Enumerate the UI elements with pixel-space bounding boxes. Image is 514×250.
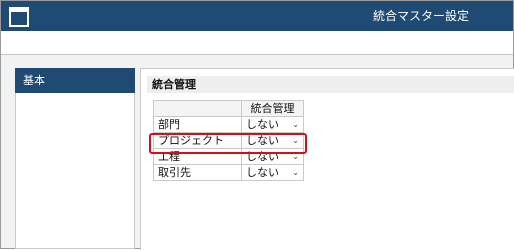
sidebar-item-label: 基本 [23, 74, 45, 87]
row-label-customer: 取引先 [153, 164, 242, 181]
chevron-down-icon: ⌄ [292, 120, 299, 129]
chevron-down-icon: ⌄ [292, 136, 299, 145]
project-select[interactable]: しない ⌄ [241, 132, 304, 149]
row-label-project: プロジェクト [153, 132, 242, 149]
customer-select-value: しない [246, 166, 279, 179]
table-row-process: 工程 しない ⌄ [153, 148, 304, 165]
header-cell-integration: 統合管理 [241, 100, 304, 117]
row-label-department: 部門 [153, 116, 242, 133]
panel-title: 統合管理 [152, 78, 196, 91]
project-select-value: しない [246, 134, 279, 147]
table-row-project: プロジェクト しない ⌄ [153, 132, 304, 149]
toolbar [1, 31, 513, 55]
integration-table: 統合管理 部門 しない ⌄ プロジェクト しない ⌄ 工程 しない ⌄ 取引先 [153, 100, 304, 181]
process-select-value: しない [246, 150, 279, 163]
window-icon [9, 7, 29, 27]
sidebar: 基本 [15, 68, 135, 249]
customer-select[interactable]: しない ⌄ [241, 164, 304, 181]
department-select[interactable]: しない ⌄ [241, 116, 304, 133]
table-row-customer: 取引先 しない ⌄ [153, 164, 304, 181]
chevron-down-icon: ⌄ [292, 168, 299, 177]
title-bar: 統合マスター設定 [1, 1, 513, 31]
table-header-row: 統合管理 [153, 100, 304, 117]
panel-header: 統合管理 [147, 76, 514, 93]
department-select-value: しない [246, 118, 279, 131]
window-title: 統合マスター設定 [372, 9, 469, 23]
chevron-down-icon: ⌄ [292, 152, 299, 161]
sidebar-item-basic[interactable]: 基本 [15, 68, 135, 93]
row-label-process: 工程 [153, 148, 242, 165]
process-select[interactable]: しない ⌄ [241, 148, 304, 165]
table-row-department: 部門 しない ⌄ [153, 116, 304, 133]
header-cell-name [153, 100, 242, 117]
